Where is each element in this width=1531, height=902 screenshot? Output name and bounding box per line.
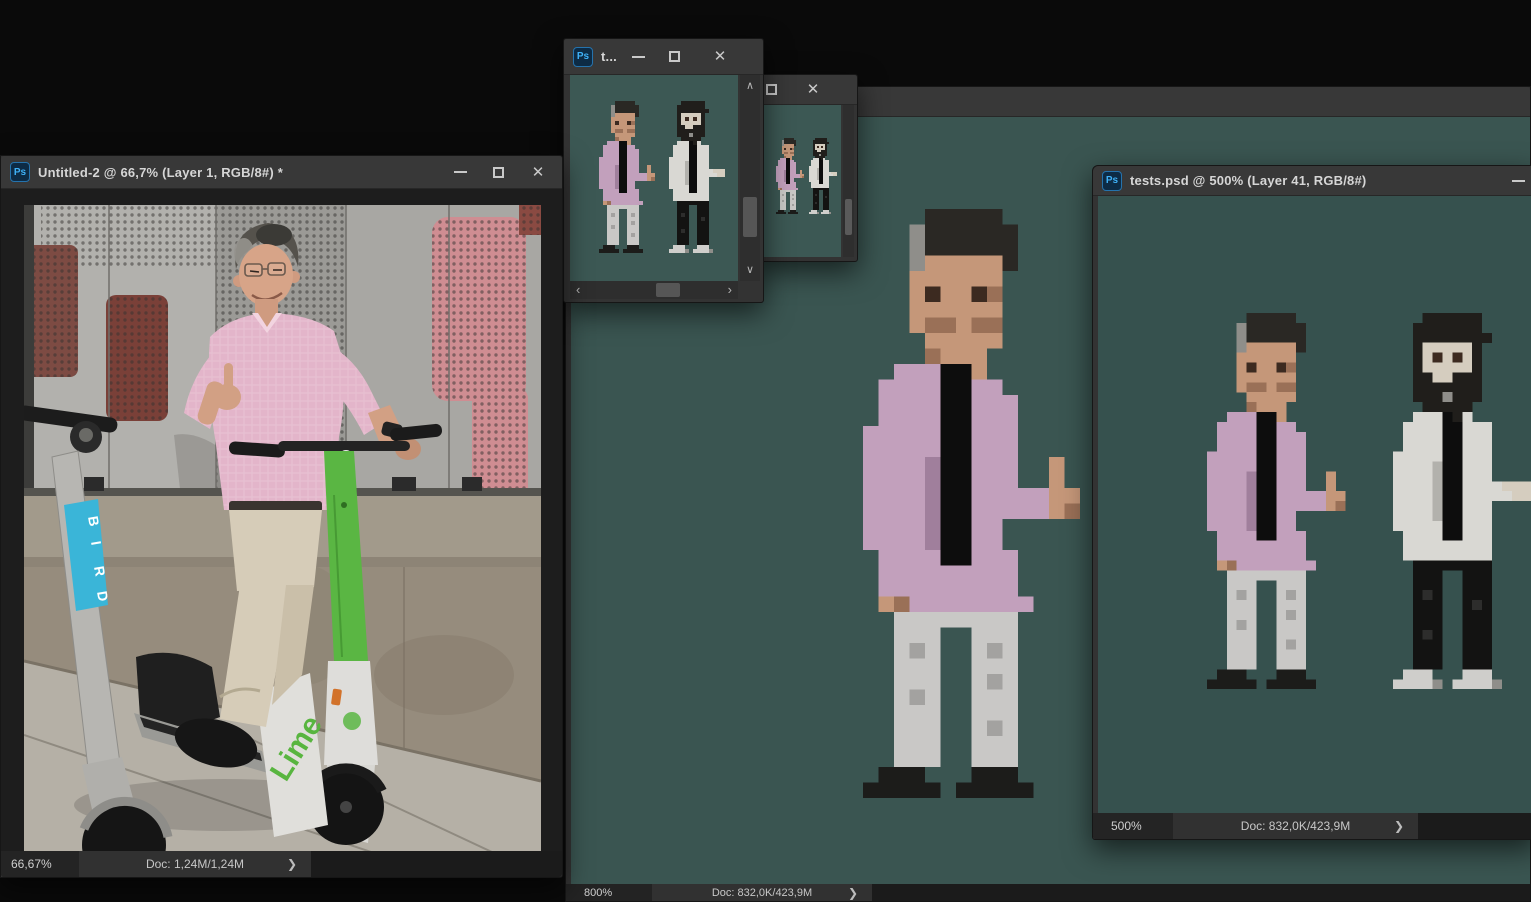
maximize-button[interactable] (658, 39, 690, 74)
window-tiny-float: ✕ (754, 74, 858, 262)
pixel-art-beard-figure (669, 101, 725, 253)
zoom-level-field[interactable]: 800% (566, 884, 652, 901)
status-expand-arrow-icon[interactable]: ❯ (848, 884, 858, 901)
titlebar[interactable]: Ps Untitled-2 @ 66,7% (Layer 1, RGB/8#) … (1, 156, 562, 189)
window-untitled-2: Ps Untitled-2 @ 66,7% (Layer 1, RGB/8#) … (0, 155, 563, 878)
minimize-button[interactable] (444, 156, 476, 188)
doc-size-field: Doc: 832,0K/423,9M ❯ (652, 884, 872, 901)
close-button[interactable]: ✕ (704, 39, 736, 74)
statusbar: 800% Doc: 832,0K/423,9M ❯ (566, 884, 1530, 901)
window-tests-psd: Ps tests.psd @ 500% (Layer 41, RGB/8#) 5… (1092, 165, 1531, 840)
scroll-right-icon[interactable]: › (728, 281, 732, 299)
status-expand-arrow-icon[interactable]: ❯ (287, 851, 297, 877)
photo-man-with-scooters[interactable]: Lime B I R D (24, 205, 541, 851)
scroll-up-icon[interactable]: ∧ (740, 77, 760, 95)
pixel-art-pink-figure (776, 138, 804, 214)
minimize-button[interactable] (1502, 166, 1531, 195)
horizontal-scrollbar[interactable]: ‹ › (570, 281, 738, 299)
pixel-art-beard-figure (1393, 313, 1531, 689)
status-expand-arrow-icon[interactable]: ❯ (1394, 813, 1404, 839)
vertical-scrollbar[interactable]: ∧ ∨ (740, 75, 760, 281)
scrollbar-thumb[interactable] (743, 197, 757, 237)
titlebar[interactable]: ✕ (755, 75, 857, 105)
titlebar[interactable]: Ps tests.psd @ 500% (Layer 41, RGB/8#) (1093, 166, 1531, 196)
zoom-level-field[interactable]: 500% (1093, 813, 1173, 839)
window-title: tests.psd @ 500% (Layer 41, RGB/8#) (1130, 173, 1366, 188)
window-title: Untitled-2 @ 66,7% (Layer 1, RGB/8#) * (38, 165, 283, 180)
pixel-art-pink-figure (1207, 313, 1346, 689)
minimize-button[interactable] (622, 39, 654, 74)
statusbar: 500% Doc: 832,0K/423,9M ❯ (1093, 813, 1531, 839)
statusbar: 66,67% Doc: 1,24M/1,24M ❯ (1, 851, 562, 877)
document-canvas-small[interactable] (570, 75, 738, 281)
vertical-scrollbar[interactable] (843, 105, 854, 257)
close-button[interactable]: ✕ (799, 75, 827, 104)
document-canvas-untitled[interactable]: Lime B I R D (1, 189, 562, 851)
doc-size-text: Doc: 832,0K/423,9M (1173, 819, 1418, 833)
photoshop-file-icon: Ps (10, 162, 30, 182)
scrollbar-thumb[interactable] (845, 199, 852, 235)
document-canvas-tiny[interactable] (761, 105, 841, 257)
pixel-art-pink-figure (863, 209, 1080, 798)
photoshop-file-icon: Ps (573, 47, 593, 67)
doc-size-field: Doc: 1,24M/1,24M ❯ (79, 851, 311, 877)
pixel-art-pink-figure (599, 101, 655, 253)
photoshop-workspace: 800% Doc: 832,0K/423,9M ❯ ✕ Ps t... ✕ (0, 0, 1531, 902)
pixel-art-beard-figure (809, 138, 837, 214)
scroll-left-icon[interactable]: ‹ (576, 281, 580, 299)
doc-size-text: Doc: 1,24M/1,24M (79, 857, 311, 871)
doc-size-field: Doc: 832,0K/423,9M ❯ (1173, 813, 1418, 839)
scroll-down-icon[interactable]: ∨ (740, 261, 760, 279)
scrollbar-thumb[interactable] (656, 283, 680, 297)
doc-size-text: Doc: 832,0K/423,9M (652, 887, 872, 899)
titlebar[interactable]: Ps t... ✕ (564, 39, 763, 75)
window-small-float: Ps t... ✕ ∧ ∨ ‹ › (563, 38, 764, 303)
document-canvas-tests[interactable] (1098, 196, 1531, 813)
close-button[interactable]: ✕ (522, 156, 554, 188)
maximize-button[interactable] (482, 156, 514, 188)
photoshop-file-icon: Ps (1102, 171, 1122, 191)
window-title: t... (601, 49, 617, 64)
zoom-level-field[interactable]: 66,67% (1, 851, 79, 877)
